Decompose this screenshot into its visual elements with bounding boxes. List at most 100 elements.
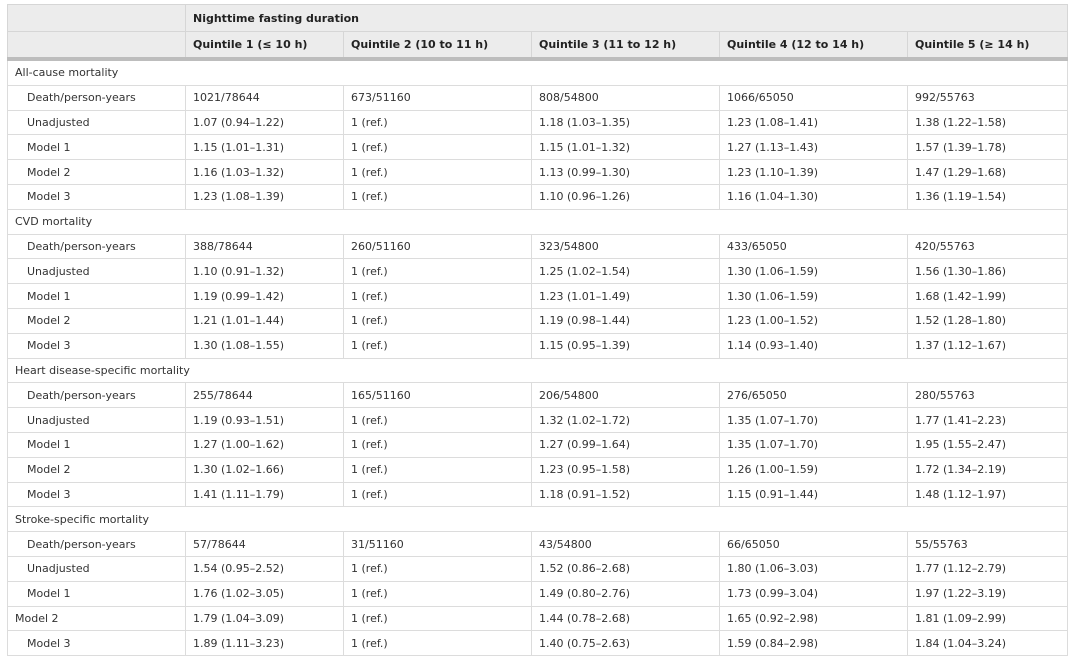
table-cell-quintile-1: 1.19 (0.93–1.51) (185, 407, 344, 433)
table-cell-quintile-4: 1.26 (1.00–1.59) (719, 456, 908, 483)
table-row: Model 1 1.27 (1.00–1.62) 1 (ref.) 1.27 (0.9… (7, 431, 1069, 458)
table-row: Model 3 1.23 (1.08–1.39) 1 (ref.) 1.10 (0.9… (7, 183, 1069, 210)
column-header-quintile-3: Quintile 3 (11 to 12 h) (531, 31, 720, 61)
table-cell-quintile-1: 1.30 (1.02–1.66) (185, 456, 344, 483)
row-label: Model 3 (7, 332, 186, 359)
table-cell-quintile-4: 1.23 (1.08–1.41) (719, 109, 908, 136)
table-row: Death/person-years 57/78644 31/51160 43/548… (7, 531, 1069, 557)
table-row: Model 3 1.41 (1.11–1.79) 1 (ref.) 1.18 (0.9… (7, 481, 1069, 508)
table-cell-quintile-2: 1 (ref.) (343, 109, 532, 136)
table-cell-quintile-3: 323/54800 (531, 233, 720, 260)
table-cell-quintile-3: 1.32 (1.02–1.72) (531, 407, 720, 433)
table-cell-quintile-5: 1.48 (1.12–1.97) (906, 481, 1069, 508)
table-cell-quintile-3: 1.23 (1.01–1.49) (531, 283, 720, 309)
table-row: Model 2 1.79 (1.04–3.09) 1 (ref.) 1.44 (0.7… (7, 605, 1069, 632)
row-label: Death/person-years (7, 233, 186, 260)
group-title: Nighttime fasting duration (184, 4, 1069, 32)
table-cell-quintile-2: 1 (ref.) (343, 456, 532, 483)
row-label: Unadjusted (7, 555, 186, 582)
header-columns-row: Quintile 1 (≤ 10 h) Quintile 2 (10 to 11… (7, 31, 1069, 61)
table-cell-quintile-1: 57/78644 (185, 531, 344, 557)
table-cell-quintile-4: 1.27 (1.13–1.43) (719, 134, 908, 161)
row-label: Unadjusted (7, 407, 186, 433)
section-title: Stroke-specific mortality (6, 506, 1069, 533)
row-label: Model 3 (7, 630, 186, 657)
table-cell-quintile-4: 1066/65050 (719, 84, 908, 111)
table-cell-quintile-3: 1.13 (0.99–1.30) (531, 159, 720, 185)
table-cell-quintile-4: 66/65050 (719, 531, 908, 557)
table-cell-quintile-5: 1.68 (1.42–1.99) (906, 283, 1069, 309)
table-cell-quintile-1: 1.23 (1.08–1.39) (185, 183, 344, 210)
table-cell-quintile-5: 1.38 (1.22–1.58) (906, 109, 1069, 136)
table-row: Model 1 1.19 (0.99–1.42) 1 (ref.) 1.23 (1.0… (7, 283, 1069, 309)
header-corner-cell (7, 4, 186, 32)
table-cell-quintile-1: 388/78644 (185, 233, 344, 260)
row-label: Model 2 (7, 307, 186, 334)
row-label: Model 2 (7, 605, 186, 632)
header-group-row: Nighttime fasting duration (7, 4, 1069, 32)
row-label: Model 1 (7, 283, 186, 309)
table-cell-quintile-2: 673/51160 (343, 84, 532, 111)
table-row: Unadjusted 1.07 (0.94–1.22) 1 (ref.) 1.18 (… (7, 109, 1069, 136)
table-cell-quintile-3: 1.10 (0.96–1.26) (531, 183, 720, 210)
table-cell-quintile-4: 1.80 (1.06–3.03) (719, 555, 908, 582)
table-row: Model 3 1.89 (1.11–3.23) 1 (ref.) 1.40 (0.7… (7, 630, 1069, 657)
table-header: Nighttime fasting duration Quintile 1 (≤… (7, 4, 1069, 61)
table-cell-quintile-2: 1 (ref.) (343, 159, 532, 185)
table-cell-quintile-4: 1.35 (1.07–1.70) (719, 431, 908, 458)
row-label: Death/person-years (7, 531, 186, 557)
table-cell-quintile-3: 1.15 (1.01–1.32) (531, 134, 720, 161)
table-cell-quintile-2: 1 (ref.) (343, 481, 532, 508)
section-row: CVD mortality (6, 208, 1069, 235)
table-row: Unadjusted 1.10 (0.91–1.32) 1 (ref.) 1.25 (… (7, 258, 1069, 285)
row-label: Death/person-years (7, 382, 186, 409)
table-row: Model 1 1.15 (1.01–1.31) 1 (ref.) 1.15 (1.0… (7, 134, 1069, 161)
row-label: Model 3 (7, 481, 186, 508)
table-cell-quintile-3: 808/54800 (531, 84, 720, 111)
table-cell-quintile-1: 1.30 (1.08–1.55) (185, 332, 344, 359)
table-cell-quintile-5: 1.81 (1.09–2.99) (906, 605, 1069, 632)
table-cell-quintile-5: 55/55763 (906, 531, 1069, 557)
section-title: Heart disease-specific mortality (6, 357, 1069, 384)
table-row: Death/person-years 1021/78644 673/51160 808… (7, 84, 1069, 111)
table-cell-quintile-5: 992/55763 (906, 84, 1069, 111)
table-cell-quintile-5: 1.56 (1.30–1.86) (906, 258, 1069, 285)
table-cell-quintile-1: 1.27 (1.00–1.62) (185, 431, 344, 458)
table-cell-quintile-3: 1.23 (0.95–1.58) (531, 456, 720, 483)
table-cell-quintile-5: 1.95 (1.55–2.47) (906, 431, 1069, 458)
row-label: Model 1 (7, 134, 186, 161)
table-cell-quintile-3: 1.18 (0.91–1.52) (531, 481, 720, 508)
table-cell-quintile-4: 433/65050 (719, 233, 908, 260)
table-cell-quintile-2: 31/51160 (343, 531, 532, 557)
table-row: Death/person-years 388/78644 260/51160 323/… (7, 233, 1069, 260)
row-label: Model 1 (7, 431, 186, 458)
table-cell-quintile-4: 1.30 (1.06–1.59) (719, 258, 908, 285)
table-cell-quintile-1: 1.10 (0.91–1.32) (185, 258, 344, 285)
mortality-table: Nighttime fasting duration Quintile 1 (≤… (6, 4, 1069, 657)
table-cell-quintile-4: 1.23 (1.10–1.39) (719, 159, 908, 185)
table-row: Model 2 1.30 (1.02–1.66) 1 (ref.) 1.23 (0.9… (7, 456, 1069, 483)
table-row: Model 2 1.21 (1.01–1.44) 1 (ref.) 1.19 (0.9… (7, 307, 1069, 334)
table-cell-quintile-5: 420/55763 (906, 233, 1069, 260)
table-cell-quintile-2: 1 (ref.) (343, 407, 532, 433)
table-cell-quintile-2: 1 (ref.) (343, 134, 532, 161)
row-label: Model 2 (7, 159, 186, 185)
table-cell-quintile-3: 1.25 (1.02–1.54) (531, 258, 720, 285)
row-label: Death/person-years (7, 84, 186, 111)
table-cell-quintile-3: 1.19 (0.98–1.44) (531, 307, 720, 334)
section-title: CVD mortality (6, 208, 1069, 235)
row-label: Unadjusted (7, 258, 186, 285)
section-row: Heart disease-specific mortality (6, 357, 1069, 384)
row-label: Model 3 (7, 183, 186, 210)
header-corner-cell (7, 31, 186, 61)
row-label: Unadjusted (7, 109, 186, 136)
table-cell-quintile-1: 1.21 (1.01–1.44) (185, 307, 344, 334)
table-cell-quintile-5: 1.57 (1.39–1.78) (906, 134, 1069, 161)
table-cell-quintile-2: 1 (ref.) (343, 258, 532, 285)
table-cell-quintile-4: 1.65 (0.92–2.98) (719, 605, 908, 632)
table-cell-quintile-2: 1 (ref.) (343, 283, 532, 309)
column-header-quintile-2: Quintile 2 (10 to 11 h) (343, 31, 532, 61)
table-cell-quintile-3: 1.49 (0.80–2.76) (531, 580, 720, 607)
table-cell-quintile-2: 1 (ref.) (343, 332, 532, 359)
table-cell-quintile-4: 1.23 (1.00–1.52) (719, 307, 908, 334)
